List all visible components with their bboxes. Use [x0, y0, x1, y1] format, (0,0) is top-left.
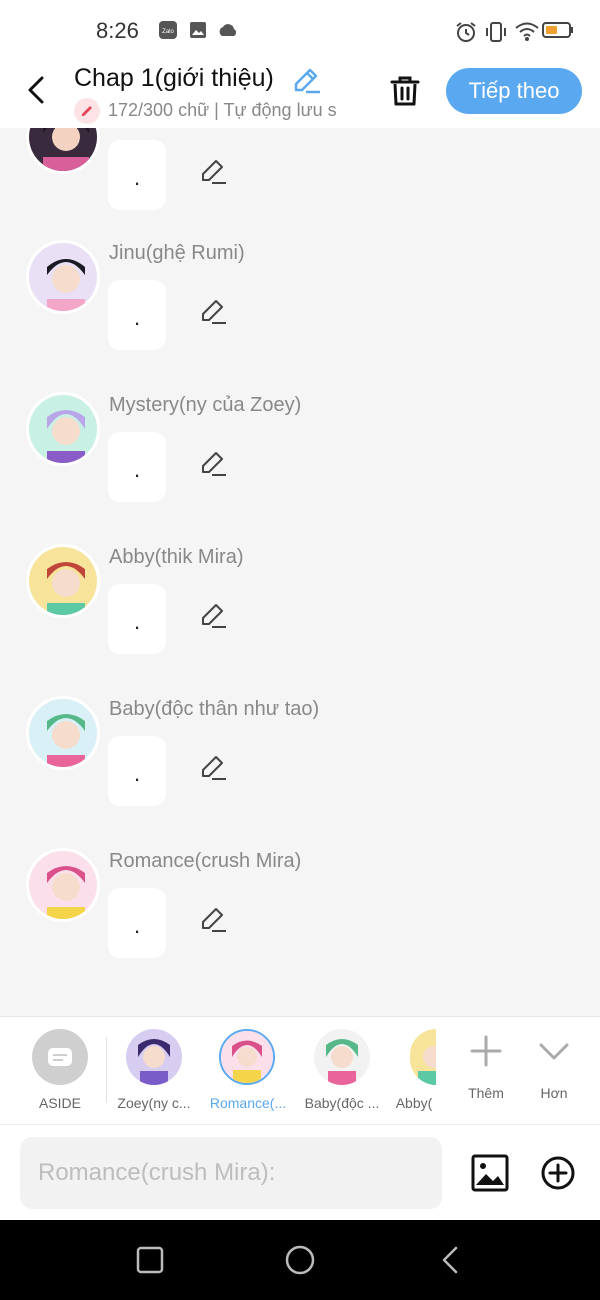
trash-icon: [390, 76, 420, 106]
edit-message-button[interactable]: [198, 904, 228, 934]
edit-message-button[interactable]: [198, 156, 228, 186]
word-count-status: 172/300 chữ | Tự động lưu s: [108, 100, 337, 120]
message-item: .: [0, 128, 600, 252]
chevron-down-icon[interactable]: [536, 1033, 572, 1069]
pencil-icon: [202, 756, 226, 780]
square-icon: [136, 1246, 164, 1274]
chevron-left-icon: [28, 76, 44, 104]
cloud-icon: [216, 20, 240, 45]
character-name: Abby(thik Mira): [109, 546, 244, 568]
message-item: Baby(độc thân như tao) .: [0, 696, 600, 848]
character-avatar[interactable]: [26, 240, 100, 314]
message-list[interactable]: . Jinu(ghệ Rumi) . Mystery(ny của Zoey) …: [0, 128, 600, 1016]
message-item: Mystery(ny của Zoey) .: [0, 392, 600, 544]
delete-button[interactable]: [386, 72, 424, 110]
character-avatar[interactable]: [410, 1029, 436, 1085]
more-label: Hơn: [540, 1085, 568, 1101]
pencil-icon: [294, 68, 320, 94]
message-input-bar: [0, 1124, 600, 1220]
plus-circle-icon: [541, 1156, 575, 1190]
message-item: Romance(crush Mira) .: [0, 848, 600, 1000]
image-icon: [471, 1154, 509, 1192]
triangle-back-icon: [442, 1246, 458, 1274]
character-label: Zoey(ny c...: [117, 1095, 191, 1111]
character-tray: ASIDE Zoey(ny c... Romance(... Baby(độc …: [0, 1016, 600, 1124]
character-label: Baby(độc ...: [304, 1095, 380, 1111]
edit-message-button[interactable]: [198, 296, 228, 326]
edit-message-button[interactable]: [198, 752, 228, 782]
next-button[interactable]: Tiếp theo: [446, 68, 582, 114]
character-avatar[interactable]: [314, 1029, 370, 1085]
message-item: Jinu(ghệ Rumi) .: [0, 240, 600, 392]
add-label: Thêm: [468, 1085, 504, 1101]
word-count-pencil-icon: [74, 98, 100, 124]
character-avatar[interactable]: [26, 128, 100, 174]
character-name: Mystery(ny của Zoey): [109, 394, 302, 416]
zalo-icon: Zalo: [158, 20, 178, 45]
character-name: Jinu(ghệ Rumi): [109, 242, 245, 264]
message-bubble[interactable]: .: [108, 736, 166, 806]
chapter-title[interactable]: Chap 1(giới thiệu): [74, 64, 274, 93]
status-time: 8:26: [96, 18, 139, 43]
message-bubble[interactable]: .: [108, 280, 166, 350]
gallery-icon: [188, 20, 208, 45]
message-bubble[interactable]: .: [108, 140, 166, 210]
character-avatar[interactable]: [26, 392, 100, 466]
message-item: Abby(thik Mira) .: [0, 544, 600, 696]
system-nav-bar: [0, 1220, 600, 1300]
character-avatar[interactable]: [26, 696, 100, 770]
character-label: Abby(: [395, 1095, 433, 1111]
insert-image-button[interactable]: [470, 1153, 510, 1193]
add-content-button[interactable]: [540, 1155, 576, 1191]
aside-button[interactable]: [32, 1029, 88, 1085]
tray-divider: [106, 1037, 107, 1103]
status-bar: 8:26 Zalo: [0, 0, 600, 60]
alarm-icon: [454, 20, 478, 49]
circle-icon: [285, 1245, 315, 1275]
aside-label: ASIDE: [38, 1095, 81, 1111]
plus-icon[interactable]: [468, 1033, 504, 1069]
battery-icon: [542, 20, 574, 45]
character-name: Baby(độc thân như tao): [109, 698, 320, 720]
character-name: Romance(crush Mira): [109, 850, 302, 872]
character-label-selected: Romance(...: [209, 1095, 287, 1111]
pencil-icon: [202, 160, 226, 184]
pencil-icon: [202, 908, 226, 932]
edit-title-button[interactable]: [290, 64, 322, 96]
edit-message-button[interactable]: [198, 448, 228, 478]
home-button[interactable]: [284, 1244, 316, 1276]
chat-bubble-icon: [48, 1048, 72, 1066]
wifi-icon: [514, 20, 540, 47]
pencil-icon: [202, 300, 226, 324]
message-bubble[interactable]: .: [108, 888, 166, 958]
character-avatar[interactable]: [126, 1029, 182, 1085]
message-bubble[interactable]: .: [108, 432, 166, 502]
pencil-icon: [202, 604, 226, 628]
vibrate-icon: [484, 20, 508, 49]
character-avatar[interactable]: [26, 544, 100, 618]
message-bubble[interactable]: .: [108, 584, 166, 654]
back-button[interactable]: [20, 70, 56, 110]
recents-button[interactable]: [134, 1244, 166, 1276]
system-back-button[interactable]: [434, 1244, 466, 1276]
edit-message-button[interactable]: [198, 600, 228, 630]
character-avatar-selected[interactable]: [219, 1029, 275, 1085]
pencil-icon: [202, 452, 226, 476]
editor-header: Chap 1(giới thiệu) 172/300 chữ | Tự động…: [0, 60, 600, 128]
message-input[interactable]: [20, 1137, 442, 1209]
character-avatar[interactable]: [26, 848, 100, 922]
zalo-icon-text: Zalo: [162, 29, 174, 35]
